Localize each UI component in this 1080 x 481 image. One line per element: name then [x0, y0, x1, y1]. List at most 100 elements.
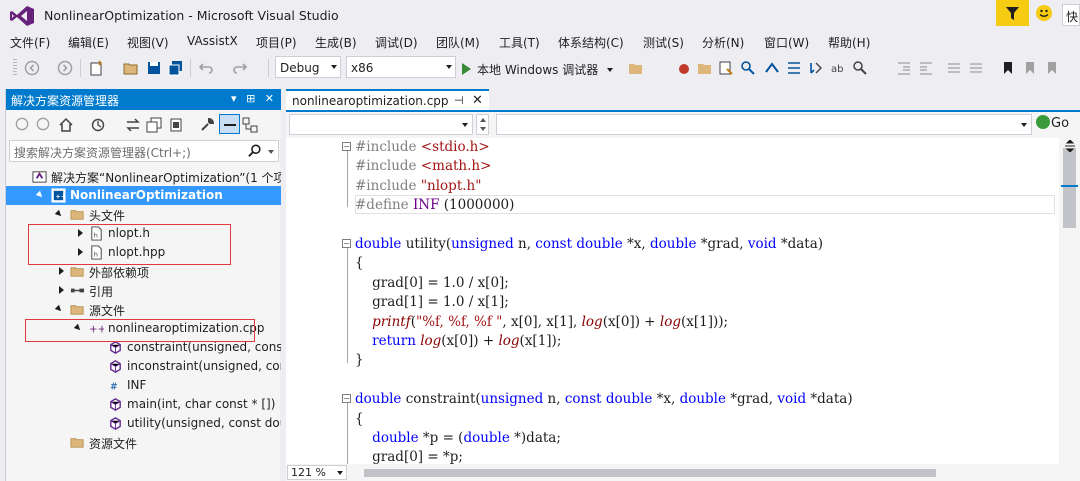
forward-icon[interactable]: [36, 117, 50, 131]
feedback-button[interactable]: [1036, 5, 1052, 21]
tab-nonlinearoptimization-cpp[interactable]: nonlinearoptimization.cpp ⊣ ✕: [286, 89, 489, 110]
menu-vassistx[interactable]: VAssistX: [187, 34, 238, 48]
class-view-icon[interactable]: [242, 117, 258, 133]
tree-item[interactable]: # INF: [6, 376, 281, 395]
navigate-forward-icon[interactable]: [57, 60, 73, 76]
previous-bookmark-icon[interactable]: [1022, 60, 1038, 76]
save-all-icon[interactable]: [168, 60, 184, 76]
expanded-arrow-icon[interactable]: [54, 304, 64, 314]
tree-item[interactable]: utility(unsigned, const double: [6, 414, 281, 433]
solution-platform-select[interactable]: x86: [346, 56, 456, 78]
new-project-icon[interactable]: [89, 60, 105, 76]
toolbar-grip[interactable]: [13, 59, 17, 77]
code-line[interactable]: #include <math.h>: [286, 157, 1059, 176]
project-scope-select[interactable]: [289, 114, 473, 135]
decrease-indent-icon[interactable]: [918, 60, 934, 76]
spell-check-icon[interactable]: ab: [830, 60, 846, 76]
scrollbar-thumb[interactable]: [364, 469, 936, 477]
member-select[interactable]: [496, 114, 1032, 135]
navigate-back-icon[interactable]: [24, 60, 40, 76]
menu-architecture[interactable]: 体系结构(C): [558, 34, 624, 51]
bookmark-icon[interactable]: [1000, 60, 1016, 76]
code-line[interactable]: printf("%f, %f, %f ", x[0], x[1], log(x[…: [286, 313, 1059, 332]
menu-window[interactable]: 窗口(W): [764, 34, 809, 51]
code-line[interactable]: return log(x[0]) + log(x[1]);: [286, 332, 1059, 351]
code-line[interactable]: − #include <stdio.h>: [286, 138, 1059, 157]
open-file-icon[interactable]: [123, 60, 139, 76]
code-line[interactable]: #define INF (1000000): [286, 196, 1059, 215]
menu-build[interactable]: 生成(B): [315, 34, 357, 51]
tree-item[interactable]: 资源文件: [6, 433, 281, 452]
find-symbol-icon[interactable]: [740, 60, 756, 76]
collapse-region-icon[interactable]: −: [342, 142, 351, 151]
code-line[interactable]: {: [286, 254, 1059, 273]
horizontal-scrollbar[interactable]: 121 %: [286, 464, 1080, 481]
uncomment-lines-icon[interactable]: [968, 60, 984, 76]
window-controls[interactable]: ▾ ⊞ ✕: [231, 92, 277, 105]
menu-debug[interactable]: 调试(D): [375, 34, 418, 51]
expanded-arrow-icon[interactable]: [54, 209, 64, 219]
comment-lines-icon[interactable]: [946, 60, 962, 76]
split-view-icon[interactable]: [1065, 140, 1075, 152]
menu-test[interactable]: 测试(S): [643, 34, 684, 51]
search-icon[interactable]: [248, 144, 262, 158]
start-debugging-button[interactable]: 本地 Windows 调试器: [462, 57, 614, 79]
save-icon[interactable]: [146, 60, 162, 76]
next-bookmark-icon[interactable]: [1044, 60, 1060, 76]
open-file-in-solution-icon[interactable]: [718, 60, 734, 76]
scrollbar-thumb[interactable]: [1063, 148, 1076, 228]
expanded-arrow-icon[interactable]: [35, 190, 45, 200]
code-line[interactable]: − double constraint(unsigned n, const dou…: [286, 390, 1059, 409]
undo-icon[interactable]: [198, 60, 214, 76]
code-line[interactable]: #include "nlopt.h": [286, 177, 1059, 196]
redo-icon[interactable]: [232, 60, 248, 76]
quick-launch-input[interactable]: 快: [1062, 4, 1080, 26]
find-in-files-icon[interactable]: [628, 60, 644, 76]
code-line[interactable]: − double utility(unsigned n, const double…: [286, 235, 1059, 254]
menu-file[interactable]: 文件(F): [10, 34, 50, 51]
pin-icon[interactable]: ⊣: [454, 94, 464, 107]
vertical-scrollbar[interactable]: [1059, 138, 1080, 464]
menu-tools[interactable]: 工具(T): [499, 34, 540, 51]
scope-spinner[interactable]: [476, 114, 489, 135]
code-line[interactable]: {: [286, 410, 1059, 429]
go-to-related-icon[interactable]: [764, 60, 780, 76]
code-line[interactable]: [286, 216, 1059, 235]
code-line[interactable]: grad[0] = *p;: [286, 448, 1059, 464]
increase-indent-icon[interactable]: [896, 60, 912, 76]
go-button[interactable]: Go: [1036, 115, 1069, 131]
solution-configuration-select[interactable]: Debug: [275, 56, 341, 78]
tree-item[interactable]: 解决方案“NonlinearOptimization”(1 个项: [6, 167, 281, 186]
code-line[interactable]: [286, 371, 1059, 390]
zoom-select[interactable]: 121 %: [287, 465, 347, 480]
tree-item[interactable]: main(int, char const * []): [6, 395, 281, 414]
close-icon[interactable]: ✕: [472, 93, 483, 108]
tree-item[interactable]: 头文件: [6, 205, 281, 224]
show-all-files-icon[interactable]: [168, 117, 184, 133]
preview-selected-items-button[interactable]: [219, 114, 240, 134]
solution-search-input[interactable]: 搜索解决方案资源管理器(Ctrl+;): [9, 140, 279, 162]
code-line[interactable]: }: [286, 351, 1059, 370]
code-line[interactable]: grad[0] = 1.0 / x[0];: [286, 274, 1059, 293]
menu-project[interactable]: 项目(P): [256, 34, 297, 51]
tree-item[interactable]: inconstraint(unsigned, const d: [6, 357, 281, 376]
collapsed-arrow-icon[interactable]: [59, 267, 64, 275]
notifications-button[interactable]: [996, 0, 1029, 26]
tree-item[interactable]: 源文件: [6, 300, 281, 319]
menu-help[interactable]: 帮助(H): [828, 34, 870, 51]
menu-team[interactable]: 团队(M): [436, 34, 480, 51]
find-references-icon[interactable]: [852, 60, 868, 76]
open-folder-icon[interactable]: [697, 60, 713, 76]
collapse-all-icon[interactable]: [146, 117, 162, 133]
list-methods-icon[interactable]: [808, 60, 824, 76]
code-line[interactable]: double *p = (double *)data;: [286, 429, 1059, 448]
chevron-down-icon[interactable]: [268, 150, 274, 154]
tree-item[interactable]: 引用: [6, 281, 281, 300]
collapse-region-icon[interactable]: −: [342, 394, 351, 404]
collapse-region-icon[interactable]: −: [342, 239, 351, 248]
properties-wrench-icon[interactable]: [199, 117, 215, 133]
collapsed-arrow-icon[interactable]: [59, 286, 64, 294]
menu-edit[interactable]: 编辑(E): [68, 34, 109, 51]
sync-icon[interactable]: [125, 117, 141, 133]
code-text-view[interactable]: − #include <stdio.h> #include <math.h> #inc…: [286, 138, 1059, 464]
